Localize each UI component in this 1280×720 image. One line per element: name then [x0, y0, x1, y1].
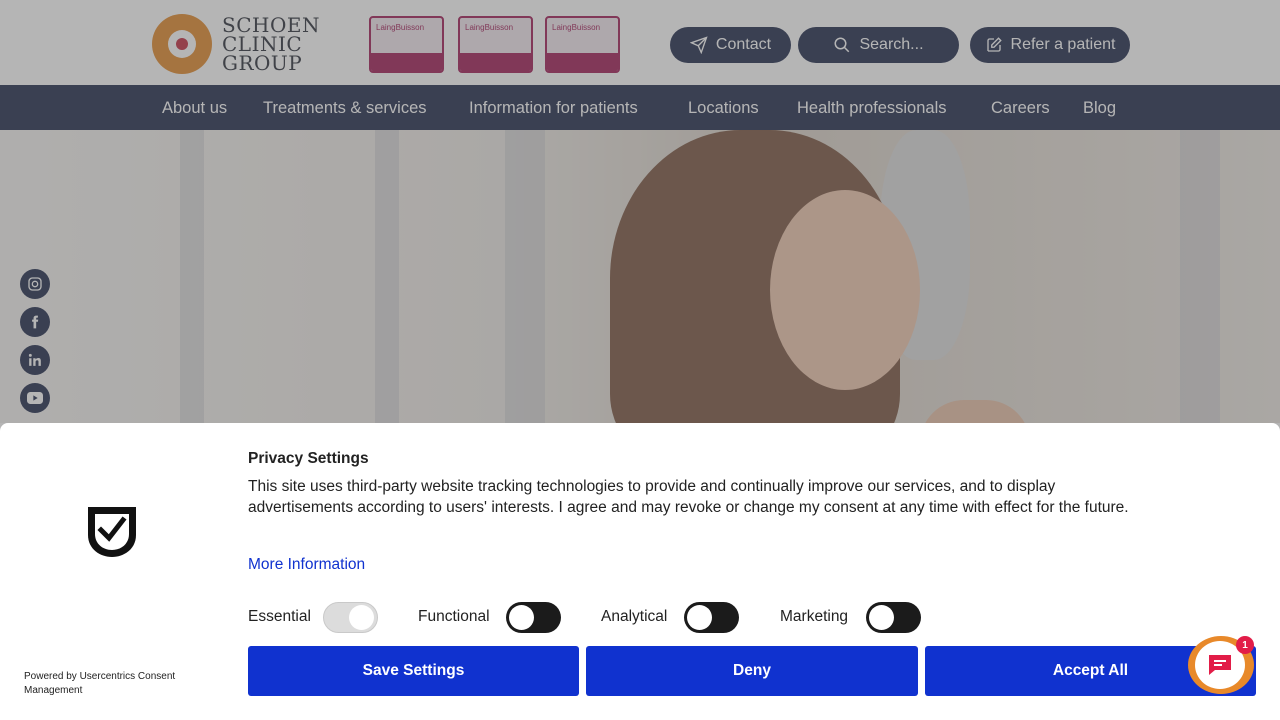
category-label-essential: Essential [248, 608, 311, 625]
category-label-functional: Functional [418, 608, 490, 625]
category-label-analytical: Analytical [601, 608, 668, 625]
consent-title: Privacy Settings [248, 450, 369, 467]
more-information-link[interactable]: More Information [248, 556, 365, 574]
chat-icon [1209, 655, 1231, 675]
powered-by-text: Powered by Usercentrics Consent Manageme… [24, 671, 176, 696]
save-settings-button[interactable]: Save Settings [248, 646, 579, 696]
functional-toggle[interactable] [506, 602, 561, 633]
usercentrics-shield-icon [88, 507, 136, 557]
essential-toggle[interactable] [323, 602, 378, 633]
privacy-consent-banner: Powered by Usercentrics Consent Manageme… [0, 423, 1280, 720]
chat-notification-badge: 1 [1236, 636, 1254, 654]
analytical-toggle[interactable] [684, 602, 739, 633]
marketing-toggle[interactable] [866, 602, 921, 633]
deny-button[interactable]: Deny [586, 646, 918, 696]
consent-description: This site uses third-party website track… [248, 478, 1129, 516]
category-label-marketing: Marketing [780, 608, 849, 625]
